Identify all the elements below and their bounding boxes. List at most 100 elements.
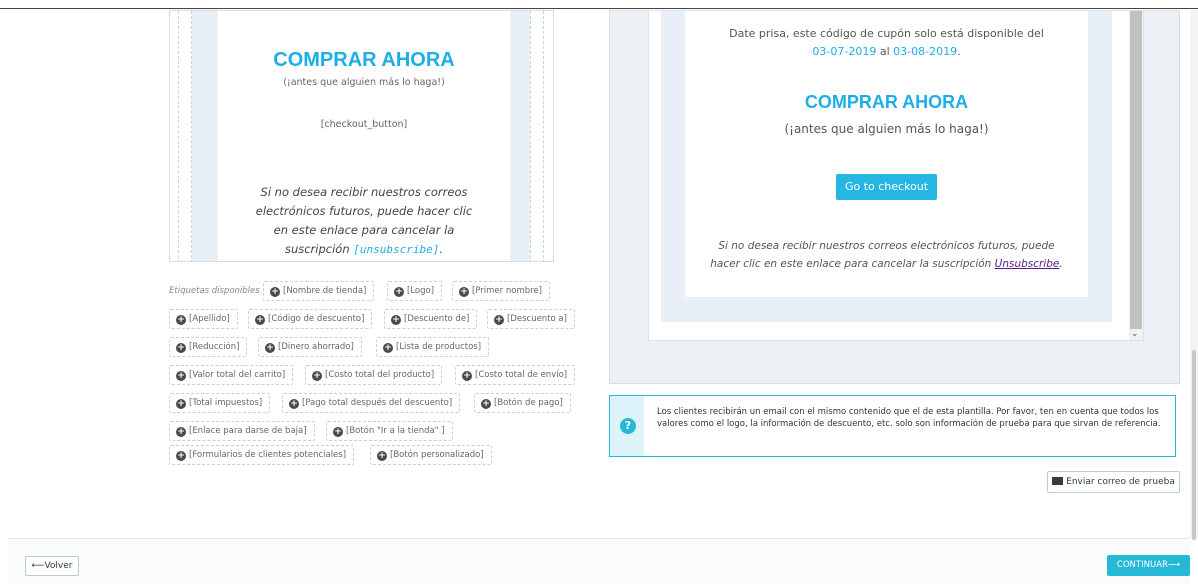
continue-button[interactable]: CONTINUAR⟶ [1107,555,1190,576]
tag-button[interactable]: + [Logo] [387,281,443,301]
info-alert: ? Los clientes recibirán un email con el… [609,395,1176,457]
tag-button[interactable]: + [Dinero ahorrado] [258,337,362,357]
tag-button[interactable]: + [Costo total de envío] [455,365,576,385]
plus-circle-icon: + [481,399,491,409]
preview-body: Date prisa, este código de cupón solo es… [685,11,1088,297]
tag-button[interactable]: + [Formularios de clientes potenciales] [169,445,355,465]
plus-circle-icon: + [265,343,275,353]
continue-label: CONTINUAR [1116,560,1168,570]
plus-circle-icon: + [176,451,186,461]
tag-label: [Enlace para darse de baja] [189,426,307,436]
tags-label: Etiquetas disponibles : [169,286,266,296]
back-button[interactable]: ⟵Volver [25,556,79,576]
preview-scrollbar-thumb[interactable] [1130,11,1142,329]
plus-circle-icon: + [394,287,404,297]
info-text: Los clientes recibirán un email con el m… [657,407,1161,429]
tag-button[interactable]: + [Total impuestos] [169,393,271,413]
unsubscribe-end: . [439,242,444,256]
plus-circle-icon: + [176,399,186,409]
tag-button[interactable]: + [Valor total del carrito] [169,365,294,385]
tag-button[interactable]: + [Apellido] [169,309,238,329]
arrow-left-icon: ⟵ [31,561,45,571]
template-checkout-tag: [checkout_button] [320,119,408,130]
tag-button[interactable]: + [Descuento de] [384,309,478,329]
envelope-icon [1052,477,1064,485]
tag-button[interactable]: + [Enlace para darse de baja] [169,421,315,441]
chevron-down-icon[interactable]: ⌄ [1131,329,1139,339]
plus-circle-icon: + [333,427,343,437]
send-test-label: Enviar correo de prueba [1066,477,1175,487]
tag-label: [Dinero ahorrado] [278,342,354,352]
tag-button[interactable]: + [Botón "Ir a la tienda" ] [326,421,453,441]
footer-bar [8,538,1190,584]
plus-circle-icon: + [462,371,472,381]
tag-label: [Botón personalizado] [390,450,484,460]
tag-label: [Nombre de tienda] [283,286,367,296]
tag-button[interactable]: + [Reducción] [169,337,248,357]
question-circle-icon: ? [620,418,636,434]
plus-circle-icon: + [377,451,387,461]
go-to-checkout-button[interactable]: Go to checkout [836,174,937,200]
date-from: 03-07-2019 [812,45,877,58]
tag-label: [Lista de productos] [396,342,482,352]
date-to: 03-08-2019 [893,45,958,58]
tag-button[interactable]: + [Botón personalizado] [370,445,492,465]
date-join: al [876,45,894,58]
tag-label: [Total impuestos] [189,398,263,408]
template-editor[interactable]: COMPRAR AHORA (¡antes que alguien más lo… [169,10,554,262]
plus-circle-icon: + [494,315,504,325]
tag-label: [Logo] [407,286,435,296]
preview-title: COMPRAR AHORA [804,92,969,112]
unsub-end: . [1059,258,1063,270]
page-scrollbar-thumb[interactable] [1192,350,1196,540]
tag-button[interactable]: + [Botón de pago] [474,393,571,413]
tag-label: [Primer nombre] [472,286,542,296]
email-preview[interactable]: Date prisa, este código de cupón solo es… [648,10,1144,341]
preview-subtitle: (¡antes que alguien más lo haga!) [784,122,989,136]
date-end: . [957,45,961,58]
tag-label: [Formularios de clientes potenciales] [189,450,347,460]
preview-background: Date prisa, este código de cupón solo es… [661,11,1112,322]
unsubscribe-tag: [unsubscribe] [353,243,440,256]
plus-circle-icon: + [255,315,265,325]
tag-button[interactable]: + [Primer nombre] [452,281,550,301]
coupon-validity-text: Date prisa, este código de cupón solo es… [729,27,1044,40]
tag-button[interactable]: + [Lista de productos] [376,337,490,357]
preview-scrollbar[interactable]: ⌄ [1129,11,1143,340]
plus-circle-icon: + [176,371,186,381]
plus-circle-icon: + [383,343,393,353]
tag-button[interactable]: + [Costo total del producto] [305,365,443,385]
tag-label: [Costo total de envío] [475,370,568,380]
plus-circle-icon: + [176,315,186,325]
editor-guide-left [178,11,192,261]
editor-band-left [192,11,218,261]
tag-label: [Apellido] [189,314,230,324]
plus-circle-icon: + [312,371,322,381]
tag-label: [Descuento de] [404,314,470,324]
tag-button[interactable]: + [Código de descuento] [248,309,373,329]
template-unsubscribe-text: Si no desea recibir nuestros correos ele… [254,183,474,259]
tag-label: [Valor total del carrito] [189,370,286,380]
back-label: Volver [44,561,73,571]
editor-content[interactable]: COMPRAR AHORA (¡antes que alguien más lo… [218,11,510,261]
tag-button[interactable]: + [Nombre de tienda] [263,281,375,301]
tag-button[interactable]: + [Pago total después del descuento] [282,393,461,413]
plus-circle-icon: + [176,343,186,353]
unsubscribe-link[interactable]: Unsubscribe [995,258,1060,270]
editor-band-right [510,11,530,261]
plus-circle-icon: + [270,287,280,297]
tag-label: [Descuento a] [507,314,567,324]
template-title: COMPRAR AHORA [273,49,455,71]
send-test-email-button[interactable]: Enviar correo de prueba [1047,471,1180,493]
tag-label: [Reducción] [189,342,240,352]
arrow-right-icon: ⟶ [1167,560,1181,570]
tag-label: [Botón "Ir a la tienda" ] [346,426,445,436]
tag-button[interactable]: + [Descuento a] [487,309,575,329]
editor-guide-right [530,11,544,261]
tag-label: [Botón de pago] [494,398,563,408]
tag-label: [Pago total después del descuento] [302,398,453,408]
tag-label: [Código de descuento] [268,314,365,324]
coupon-validity-dates: 03-07-2019 al 03-08-2019. [685,45,1088,58]
template-subtitle: (¡antes que alguien más lo haga!) [283,77,445,88]
page-scrollbar[interactable] [1190,10,1198,540]
